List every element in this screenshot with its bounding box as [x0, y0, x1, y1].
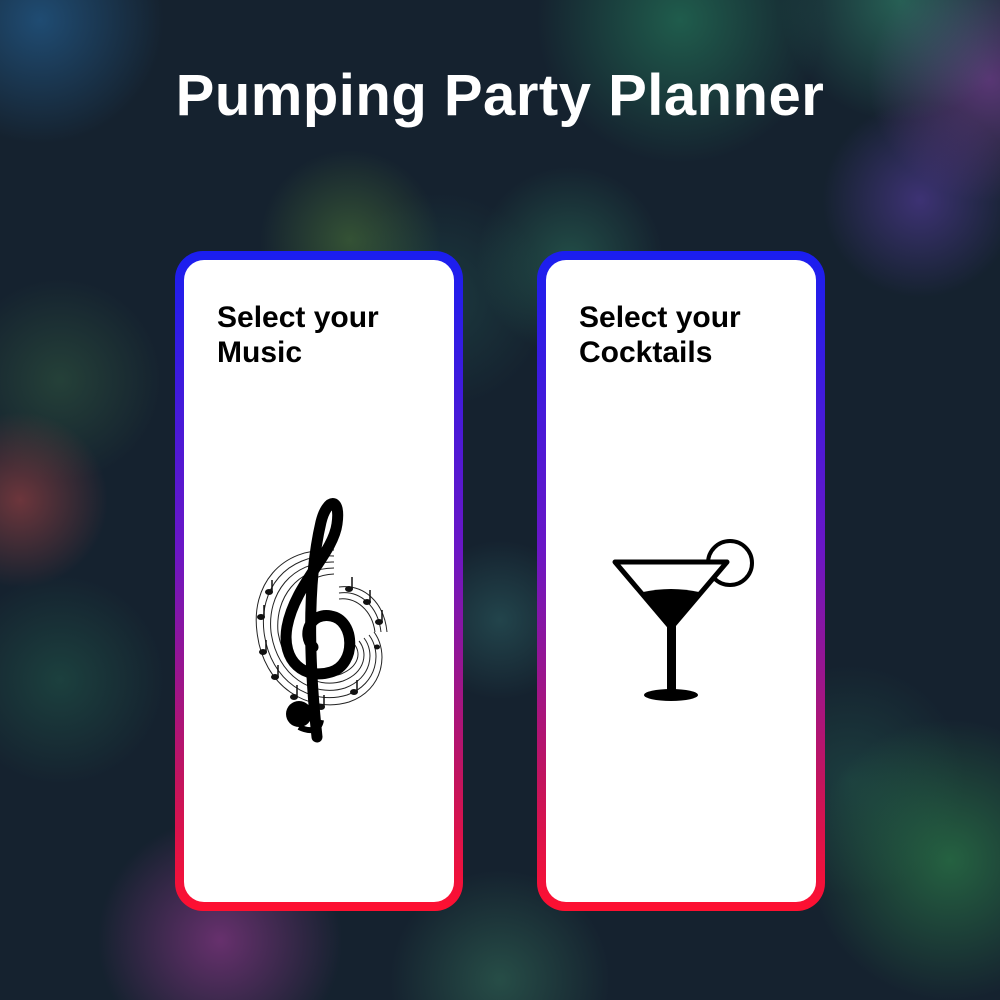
select-music-card-body[interactable]: Select your Music [184, 260, 454, 902]
page-title: Pumping Party Planner [175, 63, 825, 128]
treble-clef-icon [184, 492, 454, 752]
select-cocktails-label: Select your Cocktails [579, 301, 741, 369]
select-music-label: Select your Music [217, 301, 379, 369]
select-cocktails-card[interactable]: Select your Cocktails [537, 251, 825, 911]
select-music-card[interactable]: Select your Music [175, 251, 463, 911]
select-cocktails-card-body[interactable]: Select your Cocktails [546, 260, 816, 902]
cocktail-glass-icon [546, 528, 816, 718]
